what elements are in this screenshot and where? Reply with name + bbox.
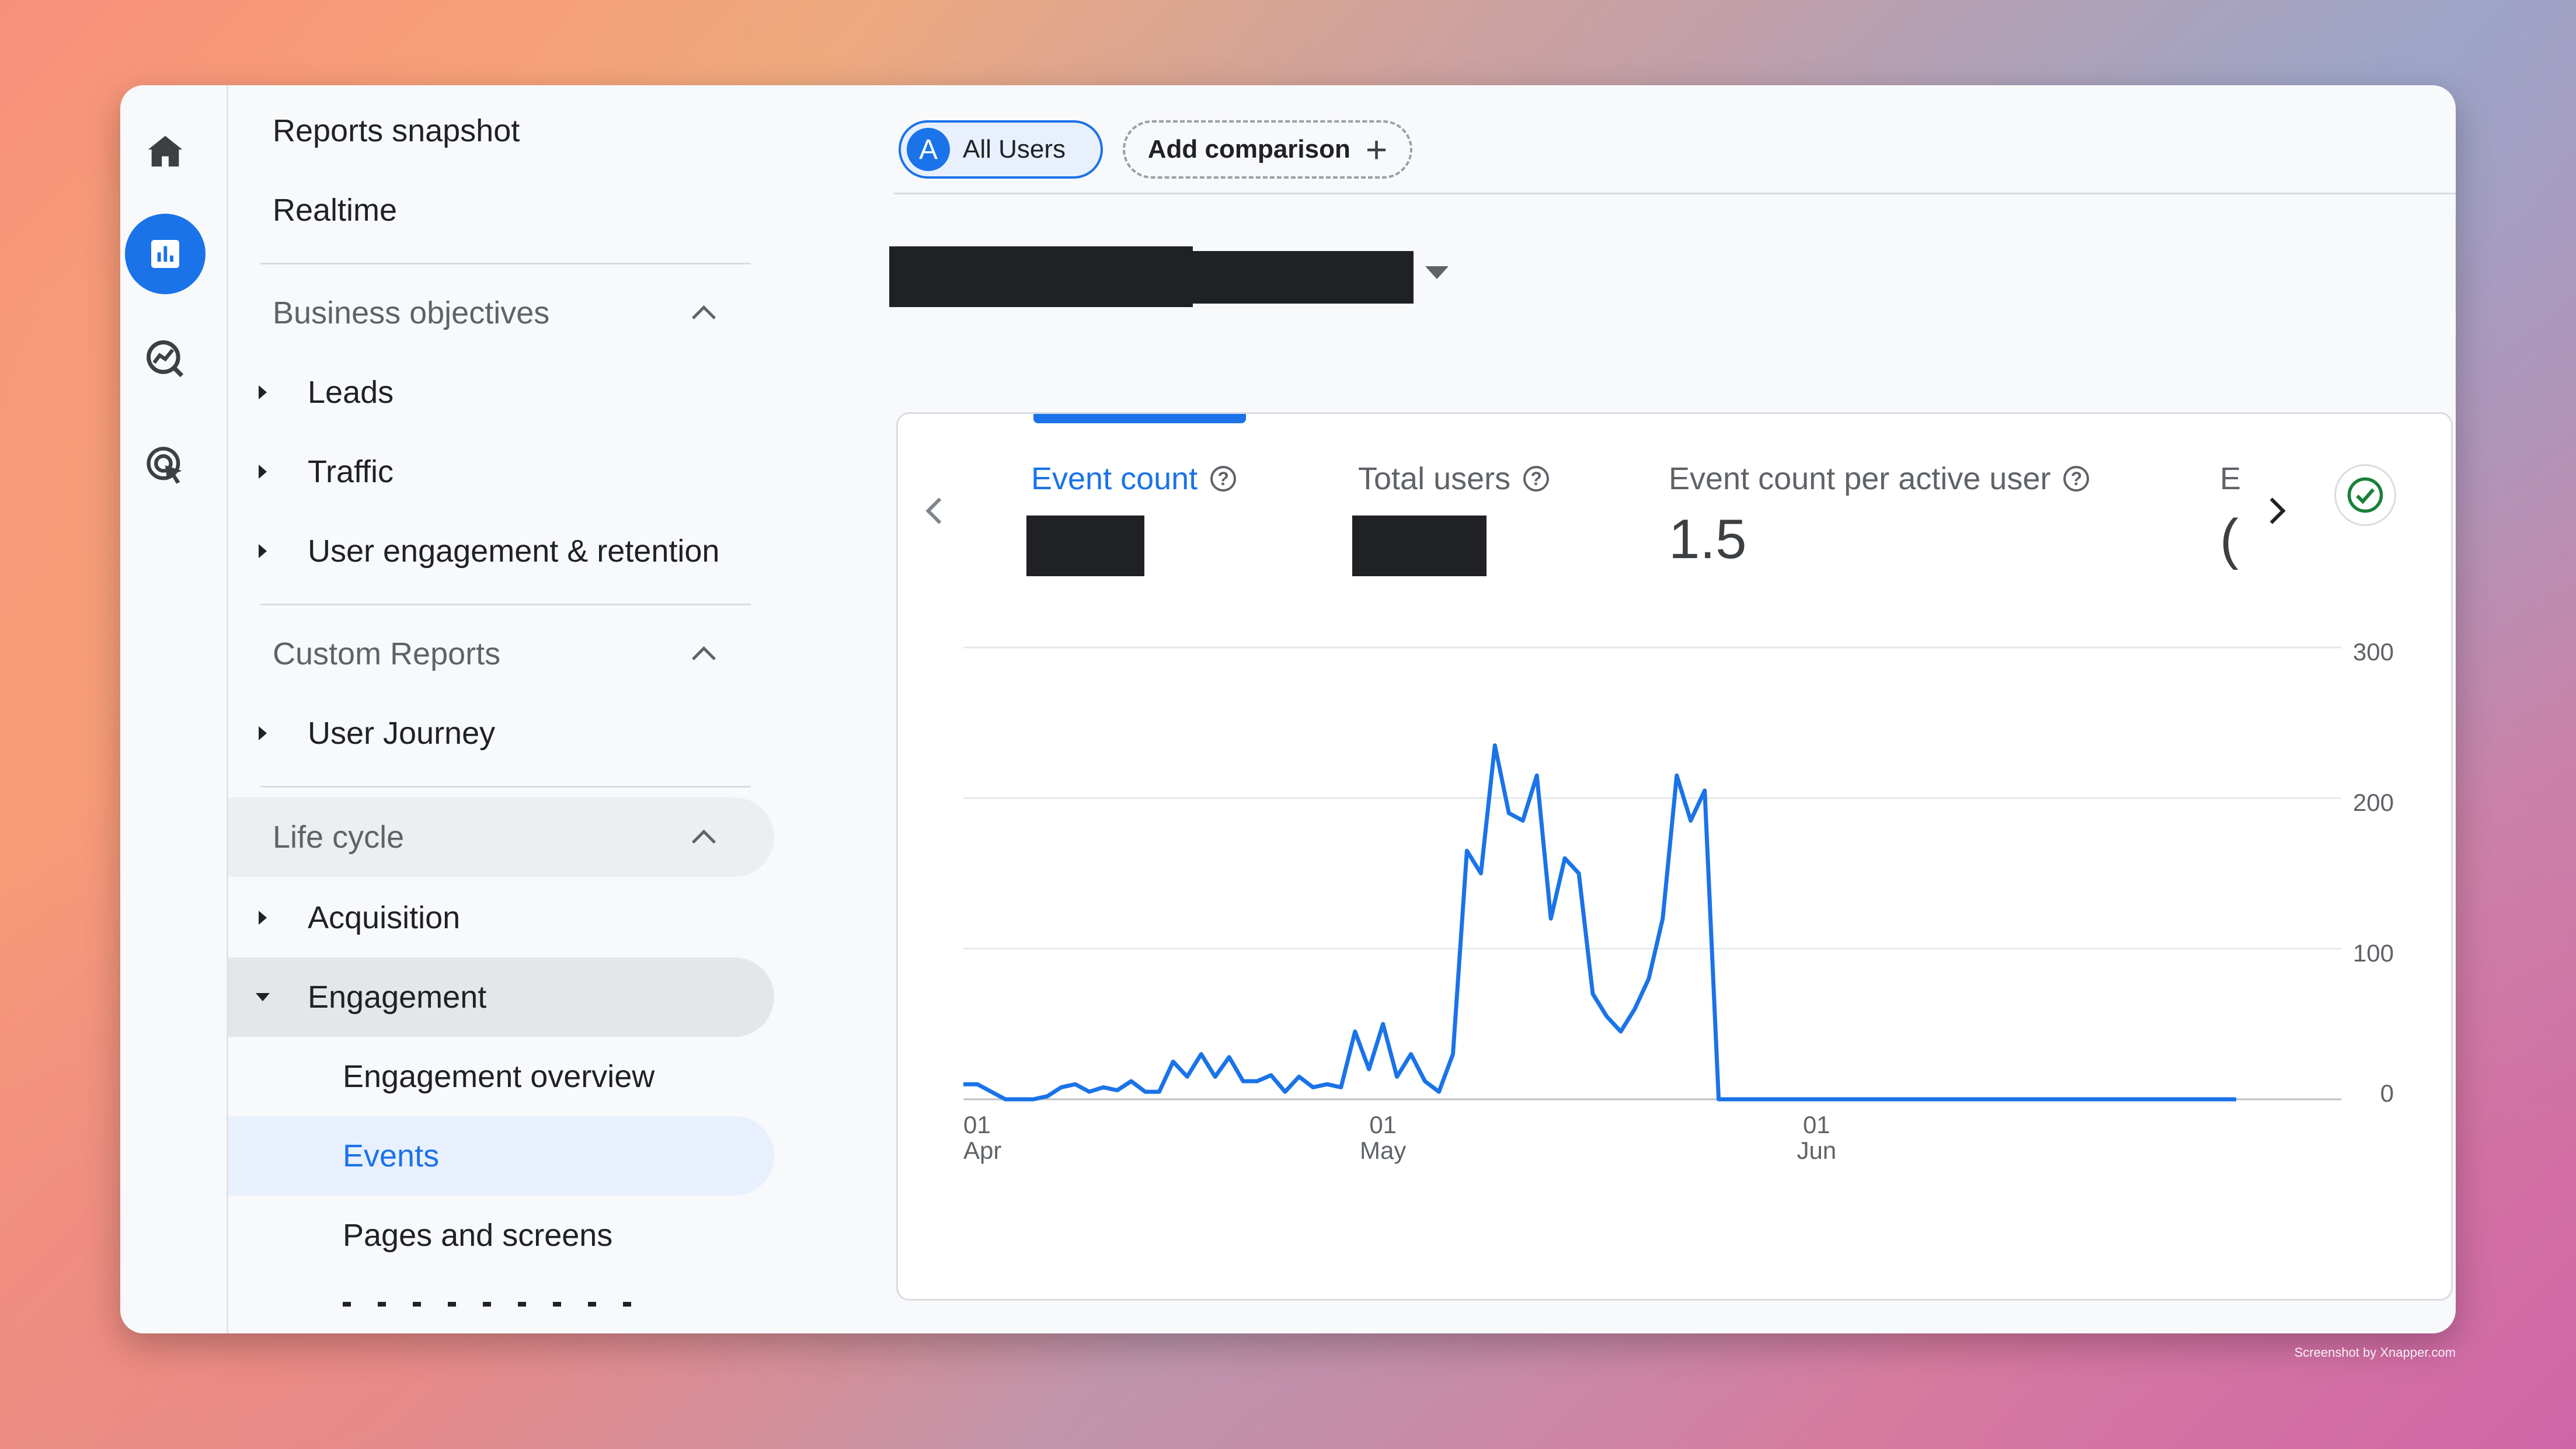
sidebar-divider xyxy=(260,786,751,788)
caret-right-icon xyxy=(259,465,267,479)
add-comparison-button[interactable]: Add comparison + xyxy=(1123,120,1412,179)
header-divider xyxy=(894,193,2456,194)
x-tick-label: Apr xyxy=(963,1137,1001,1164)
nav-traffic[interactable]: Traffic xyxy=(228,432,891,511)
chevron-up-icon xyxy=(692,305,716,329)
nav-pages-and-screens[interactable]: Pages and screens xyxy=(228,1196,891,1275)
target-cursor-icon xyxy=(143,443,187,487)
nav-label: Traffic xyxy=(308,454,394,490)
section-label: Custom Reports xyxy=(273,636,500,672)
nav-label: Acquisition xyxy=(308,900,460,936)
y-tick-label: 0 xyxy=(2380,1079,2394,1107)
nav-custom-reports[interactable]: Custom Reports xyxy=(228,614,891,694)
section-label: Life cycle xyxy=(273,819,404,855)
nav-user-engagement-retention[interactable]: User engagement & retention xyxy=(228,511,891,591)
sidebar-divider xyxy=(260,604,751,605)
x-tick-label: 01 xyxy=(1803,1111,1830,1138)
nav-engagement-overview[interactable]: Engagement overview xyxy=(228,1037,891,1116)
explore-icon xyxy=(143,337,187,381)
caret-down-icon xyxy=(256,993,270,1001)
section-label: Business objectives xyxy=(273,295,549,331)
app-window: Reports snapshot Realtime Business objec… xyxy=(120,85,2456,1333)
main-content: A All Users Add comparison + Event count… xyxy=(894,85,2456,1333)
nav-business-objectives[interactable]: Business objectives xyxy=(228,273,891,353)
home-button[interactable] xyxy=(125,111,206,191)
bar-chart-icon xyxy=(147,235,184,273)
nav-events[interactable]: Events xyxy=(228,1116,774,1196)
nav-reports-snapshot[interactable]: Reports snapshot xyxy=(228,91,891,170)
event-chart-card: Event count ? Total users ? Event count … xyxy=(896,412,2453,1301)
watermark: Screenshot by Xnapper.com xyxy=(2295,1345,2456,1360)
home-icon xyxy=(145,131,186,172)
x-tick-label: 01 xyxy=(963,1111,991,1138)
nav-user-journey[interactable]: User Journey xyxy=(228,694,891,773)
nav-realtime[interactable]: Realtime xyxy=(228,170,891,250)
segment-label: All Users xyxy=(963,135,1066,164)
nav-engagement[interactable]: Engagement xyxy=(228,957,774,1037)
plus-icon: + xyxy=(1366,128,1387,171)
segment-avatar: A xyxy=(907,128,950,171)
nav-leads[interactable]: Leads xyxy=(228,353,891,432)
nav-label: User engagement & retention xyxy=(308,533,719,569)
nav-label: Engagement xyxy=(308,979,486,1015)
nav-rail xyxy=(120,85,228,1333)
nav-label: Events xyxy=(343,1138,439,1174)
advertising-button[interactable] xyxy=(125,425,206,506)
cut-off-nav-item xyxy=(343,1302,635,1307)
chevron-up-icon xyxy=(692,829,716,853)
x-tick-label: May xyxy=(1360,1137,1406,1164)
reports-button[interactable] xyxy=(125,214,206,294)
caret-right-icon xyxy=(259,911,267,925)
y-tick-label: 200 xyxy=(2353,789,2394,816)
x-tick-label: Jun xyxy=(1797,1137,1836,1164)
chevron-up-icon xyxy=(692,646,716,670)
nav-label: Pages and screens xyxy=(343,1217,612,1253)
redacted-title xyxy=(1186,251,1414,304)
nav-label: Engagement overview xyxy=(343,1058,655,1095)
redacted-title xyxy=(889,246,1193,307)
reports-sidebar: Reports snapshot Realtime Business objec… xyxy=(228,85,894,1333)
add-comparison-label: Add comparison xyxy=(1148,135,1350,164)
y-tick-label: 300 xyxy=(2353,638,2394,666)
dropdown-arrow-icon[interactable] xyxy=(1425,266,1449,279)
event-count-line-chart: 300200100001Apr01May01Jun xyxy=(898,414,2451,1299)
sidebar-divider xyxy=(260,263,751,264)
caret-right-icon xyxy=(259,726,267,740)
nav-label: Leads xyxy=(308,374,394,410)
nav-label: Realtime xyxy=(273,192,397,228)
nav-acquisition[interactable]: Acquisition xyxy=(228,878,891,957)
segment-chip-all-users[interactable]: A All Users xyxy=(899,120,1103,179)
nav-label: User Journey xyxy=(308,715,495,751)
nav-label: Reports snapshot xyxy=(273,113,520,149)
caret-right-icon xyxy=(259,544,267,558)
caret-right-icon xyxy=(259,385,267,399)
x-tick-label: 01 xyxy=(1369,1111,1397,1138)
y-tick-label: 100 xyxy=(2353,939,2394,967)
explore-button[interactable] xyxy=(125,319,206,399)
nav-life-cycle[interactable]: Life cycle xyxy=(228,797,774,877)
